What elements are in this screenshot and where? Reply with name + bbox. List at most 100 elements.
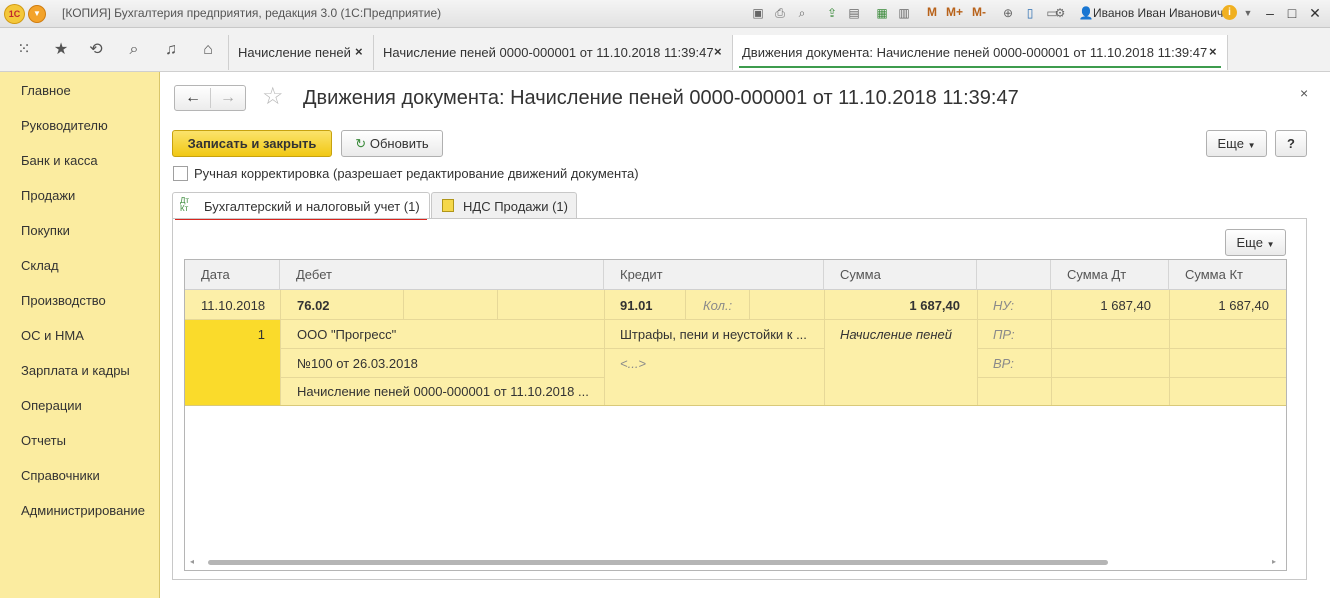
horizontal-scrollbar[interactable]: ◂ ▸ xyxy=(188,557,1281,567)
scanner-icon[interactable]: ▤ xyxy=(846,5,862,21)
settings-icon[interactable]: ⚙ xyxy=(1052,5,1068,21)
close-window-button[interactable]: ✕ xyxy=(1306,3,1324,23)
tab-label: НДС Продажи (1) xyxy=(463,199,568,214)
tab-accrual-list[interactable]: Начисление пеней × xyxy=(228,35,373,70)
user-icon: 👤 xyxy=(1078,6,1094,20)
sidebar-item-purchases[interactable]: Покупки xyxy=(21,223,70,238)
page-title: Движения документа: Начисление пеней 000… xyxy=(303,87,1019,109)
zoom-icon[interactable]: ⊕ xyxy=(1000,5,1016,21)
tab-document-movements[interactable]: Движения документа: Начисление пеней 000… xyxy=(732,35,1228,70)
memory-minus-button[interactable]: M- xyxy=(972,5,986,19)
cell-sum-kt: 1 687,40 xyxy=(1218,298,1269,313)
tab-accounting[interactable]: Дт Кт Бухгалтерский и налоговый учет (1) xyxy=(172,192,430,220)
cell-debit-subconto-1: ООО "Прогресс" xyxy=(297,327,397,342)
cell-credit-subconto-1: Штрафы, пени и неустойки к ... xyxy=(620,327,807,342)
home-icon[interactable]: ⌂ xyxy=(198,40,218,60)
sidebar-item-bank[interactable]: Банк и касса xyxy=(21,153,98,168)
cell-pr-label: ПР: xyxy=(993,327,1015,342)
calendar-icon[interactable]: ▥ xyxy=(896,5,912,21)
cell-credit-account: 91.01 xyxy=(620,298,653,313)
info-icon[interactable]: i xyxy=(1222,5,1237,20)
minimize-button[interactable]: – xyxy=(1261,3,1279,23)
column-header-sum-kt[interactable]: Сумма Кт xyxy=(1169,260,1286,290)
cell-row-number: 1 xyxy=(257,327,265,342)
cell-date: 11.10.2018 xyxy=(201,298,266,313)
tab-label: Начисление пеней xyxy=(238,45,351,60)
app-title: [КОПИЯ] Бухгалтерия предприятия, редакци… xyxy=(62,6,442,20)
sidebar-item-payroll[interactable]: Зарплата и кадры xyxy=(21,363,130,378)
movements-table: Дата Дебет Кредит Сумма Сумма Дт Сумма К… xyxy=(184,259,1287,571)
history-icon[interactable]: ⟲ xyxy=(86,40,106,60)
upload-icon[interactable]: ⇪ xyxy=(824,5,840,21)
sidebar-item-production[interactable]: Производство xyxy=(21,293,106,308)
app-logo-icon: 1С xyxy=(4,4,25,24)
apps-grid-icon[interactable]: ⁙ xyxy=(14,40,34,60)
tab-vat-sales[interactable]: НДС Продажи (1) xyxy=(431,192,577,219)
tab-label: Начисление пеней 0000-000001 от 11.10.20… xyxy=(383,45,714,60)
chevron-down-icon: ▼ xyxy=(1266,240,1275,249)
cell-debit-subconto-3: Начисление пеней 0000-000001 от 11.10.20… xyxy=(297,384,589,399)
column-header-date[interactable]: Дата xyxy=(185,260,280,290)
user-name[interactable]: Иванов Иван Иванович xyxy=(1093,6,1223,20)
sidebar: Главное Руководителю Банк и касса Продаж… xyxy=(0,72,160,598)
favorite-star-icon[interactable]: ☆ xyxy=(262,84,284,110)
sidebar-item-reports[interactable]: Отчеты xyxy=(21,433,66,448)
star-icon[interactable]: ★ xyxy=(51,40,71,60)
sidebar-item-main[interactable]: Главное xyxy=(21,83,71,98)
scroll-left-icon[interactable]: ◂ xyxy=(190,557,194,566)
close-form-button[interactable]: × xyxy=(1300,85,1308,101)
scrollbar-thumb[interactable] xyxy=(208,560,1108,565)
more-button[interactable]: Еще ▼ xyxy=(1206,130,1267,157)
cell-debit-account: 76.02 xyxy=(297,298,330,313)
table-more-button[interactable]: Еще ▼ xyxy=(1225,229,1286,256)
bell-icon[interactable]: ♫ xyxy=(161,40,181,60)
manual-edit-label: Ручная корректировка (разрешает редактир… xyxy=(194,166,639,181)
maximize-button[interactable]: □ xyxy=(1283,3,1301,23)
save-icon[interactable]: ▣ xyxy=(750,5,766,21)
cell-vr-label: ВР: xyxy=(993,356,1014,371)
tab-accrual-document[interactable]: Начисление пеней 0000-000001 от 11.10.20… xyxy=(373,35,732,70)
memory-button[interactable]: M xyxy=(927,5,937,19)
close-icon[interactable]: × xyxy=(714,44,722,59)
navigation-buttons: ← → xyxy=(174,85,246,111)
refresh-button[interactable]: ↻ Обновить xyxy=(341,130,443,157)
column-header-amount[interactable]: Сумма xyxy=(824,260,977,290)
cell-credit-qty-label: Кол.: xyxy=(703,298,733,313)
main-menu-icon[interactable]: ▼ xyxy=(28,5,46,23)
refresh-icon: ↻ xyxy=(355,136,367,151)
cell-content: Начисление пеней xyxy=(840,327,952,342)
memory-plus-button[interactable]: M+ xyxy=(946,5,963,19)
preview-icon[interactable]: ⌕ xyxy=(794,5,810,21)
help-button[interactable]: ? xyxy=(1275,130,1307,157)
print-icon[interactable]: ⎙ xyxy=(772,5,788,21)
column-header-sum-dt[interactable]: Сумма Дт xyxy=(1051,260,1169,290)
column-header-credit[interactable]: Кредит xyxy=(604,260,824,290)
panels-icon[interactable]: ▯ xyxy=(1022,5,1038,21)
sidebar-item-fixed-assets[interactable]: ОС и НМА xyxy=(21,328,84,343)
back-arrow-icon[interactable]: ← xyxy=(176,88,210,108)
column-header-debit[interactable]: Дебет xyxy=(280,260,604,290)
sidebar-item-sales[interactable]: Продажи xyxy=(21,188,75,203)
sidebar-item-operations[interactable]: Операции xyxy=(21,398,82,413)
manual-edit-checkbox[interactable] xyxy=(173,166,188,181)
close-icon[interactable]: × xyxy=(1209,44,1217,59)
chevron-down-icon[interactable]: ▼ xyxy=(1240,5,1256,21)
sidebar-item-manager[interactable]: Руководителю xyxy=(21,118,108,133)
calculator-icon[interactable]: ▦ xyxy=(874,5,890,21)
more-label: Еще xyxy=(1217,136,1244,151)
scroll-right-icon[interactable]: ▸ xyxy=(1272,557,1276,566)
column-header-blank[interactable] xyxy=(977,260,1051,290)
cell-amount: 1 687,40 xyxy=(909,298,960,313)
save-and-close-button[interactable]: Записать и закрыть xyxy=(172,130,332,157)
forward-arrow-icon[interactable]: → xyxy=(210,88,245,108)
register-icon xyxy=(442,199,454,212)
cell-credit-subconto-2: <...> xyxy=(620,356,647,371)
dt-kt-icon: Дт Кт xyxy=(180,196,190,213)
cell-sum-dt: 1 687,40 xyxy=(1100,298,1151,313)
sidebar-item-administration[interactable]: Администрирование xyxy=(21,503,145,518)
sidebar-item-warehouse[interactable]: Склад xyxy=(21,258,59,273)
tab-label: Движения документа: Начисление пеней 000… xyxy=(742,45,1208,60)
close-icon[interactable]: × xyxy=(355,44,363,59)
sidebar-item-catalogs[interactable]: Справочники xyxy=(21,468,100,483)
search-icon[interactable]: ⌕ xyxy=(124,40,144,60)
